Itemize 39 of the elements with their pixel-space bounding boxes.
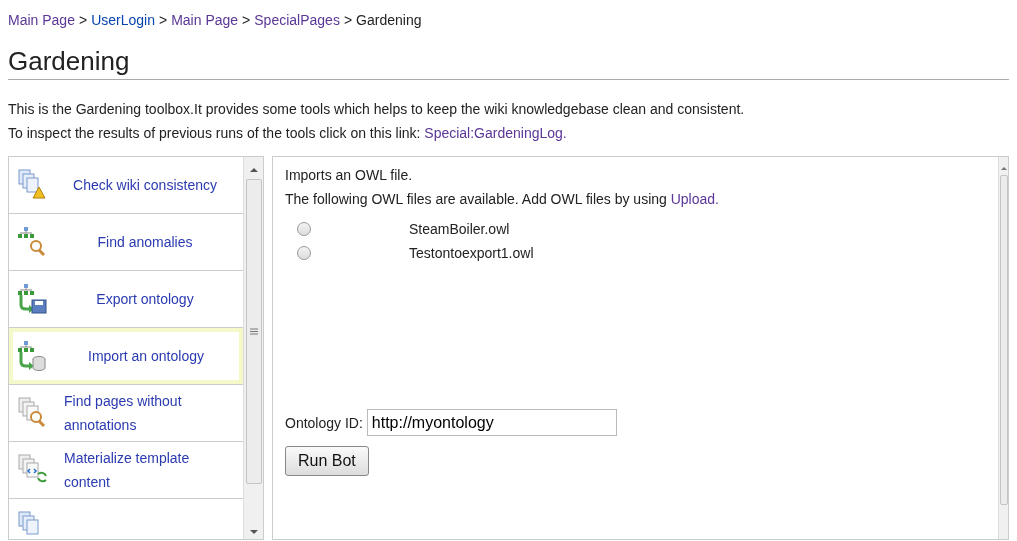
upload-link[interactable]: Upload. — [670, 191, 719, 207]
file-name: SteamBoiler.owl — [409, 220, 510, 239]
scroll-up-icon[interactable] — [999, 165, 1008, 171]
breadcrumb-link[interactable]: UserLogin — [91, 11, 155, 29]
breadcrumb-separator: > — [343, 11, 353, 29]
scroll-thumb[interactable] — [999, 175, 1008, 505]
breadcrumb-separator: > — [78, 11, 88, 29]
scroll-thumb[interactable] — [245, 179, 262, 484]
file-name: Testontoexport1.owl — [409, 244, 534, 263]
run-bot-button[interactable]: Run Bot — [285, 446, 369, 476]
tool-item[interactable]: Materialize template content — [9, 442, 243, 499]
tree-magnifier-icon — [17, 226, 47, 258]
tree-database-icon — [17, 340, 47, 372]
description-text: Imports an OWL file. — [285, 166, 414, 185]
breadcrumb-link[interactable]: Main Page — [171, 11, 239, 29]
available-files-text: The following OWL files are available. Add OWL files by using Upload. — [285, 190, 720, 209]
breadcrumb-link[interactable]: SpecialPages — [254, 11, 340, 29]
intro-text: To inspect the results of previous runs of the tools click on this link: Special:GardeningLog. — [8, 124, 568, 143]
scroll-up-icon[interactable] — [248, 166, 259, 174]
scrollbar[interactable] — [998, 157, 1008, 539]
radio-button[interactable] — [297, 222, 311, 236]
scroll-down-icon[interactable] — [248, 528, 259, 536]
breadcrumb-separator: > — [242, 11, 251, 29]
breadcrumb-separator: > — [158, 11, 168, 29]
intro-text: This is the Gardening toolbox.It provides some tools which helps to keep the wiki knowledgebase clean and consistent. — [8, 100, 746, 119]
tree-disk-icon — [17, 283, 47, 315]
ontology-id-field[interactable]: http://myontology — [366, 409, 617, 436]
breadcrumb-current: Gardening — [356, 11, 422, 29]
scrollbar[interactable] — [243, 157, 263, 539]
documents-warning-icon — [17, 169, 47, 201]
ontology-id-label: Ontology ID: — [285, 413, 363, 433]
documents-magnifier-icon — [17, 397, 47, 429]
gardening-log-link[interactable]: Special:GardeningLog. — [424, 125, 567, 141]
page-title: Gardening — [8, 45, 1009, 80]
breadcrumb-link[interactable]: Main Page — [8, 11, 75, 29]
tool-item[interactable]: Check wiki consistency — [9, 157, 243, 214]
radio-button[interactable] — [297, 246, 311, 260]
tool-item[interactable]: Find pages without annotations — [9, 385, 243, 442]
tool-item[interactable]: Import an ontology — [9, 328, 243, 385]
